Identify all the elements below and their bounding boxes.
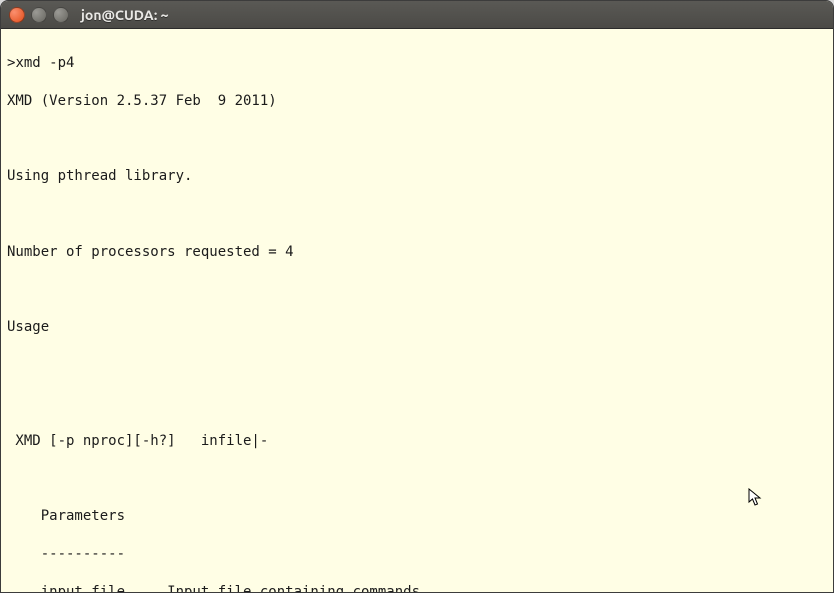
minimize-icon[interactable] (31, 7, 47, 23)
output-line (7, 281, 827, 300)
output-line: Usage (7, 318, 827, 337)
output-line: XMD (Version 2.5.37 Feb 9 2011) (7, 92, 827, 111)
output-line: XMD [-p nproc][-h?] infile|- (7, 432, 827, 451)
maximize-icon[interactable] (53, 7, 69, 23)
terminal-window: jon@CUDA: ~ > XMD (Version 2.5.37 Feb 9 … (0, 0, 834, 593)
output-line (7, 205, 827, 224)
output-line (7, 356, 827, 375)
output-line: Parameters (7, 507, 827, 526)
terminal-viewport[interactable]: > XMD (Version 2.5.37 Feb 9 2011) Using … (1, 29, 833, 592)
titlebar: jon@CUDA: ~ (1, 1, 833, 29)
window-title: jon@CUDA: ~ (81, 7, 168, 23)
shell-command-input[interactable] (15, 54, 753, 73)
output-line (7, 129, 827, 148)
output-line: input_file Input file containing command… (7, 583, 827, 592)
output-line: Using pthread library. (7, 167, 827, 186)
output-line: Number of processors requested = 4 (7, 243, 827, 262)
output-line: ---------- (7, 545, 827, 564)
output-line (7, 394, 827, 413)
shell-prompt-line: > (7, 54, 827, 73)
close-icon[interactable] (9, 7, 25, 23)
output-line (7, 469, 827, 488)
shell-prompt: > (7, 54, 15, 73)
